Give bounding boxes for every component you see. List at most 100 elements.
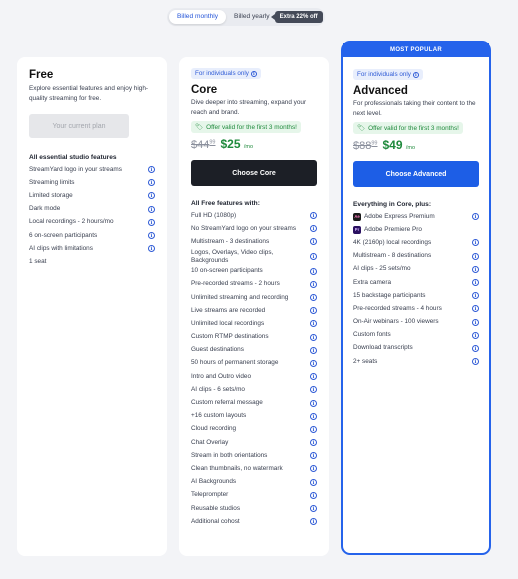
- info-icon[interactable]: i: [310, 439, 317, 447]
- info-icon[interactable]: i: [148, 166, 155, 174]
- adobe-express-icon: Ae: [353, 212, 361, 221]
- feature-label: StreamYard logo in your streams: [29, 165, 122, 173]
- choose-advanced-button[interactable]: Choose Advanced: [353, 161, 479, 187]
- info-icon[interactable]: i: [472, 318, 479, 326]
- info-icon[interactable]: i: [472, 279, 479, 287]
- feature-label: 1 seat: [29, 257, 47, 265]
- feature-item: Multistream - 3 destinations i: [191, 235, 317, 248]
- info-icon[interactable]: i: [472, 239, 479, 247]
- info-icon[interactable]: i: [412, 71, 419, 78]
- info-icon[interactable]: i: [310, 280, 317, 288]
- info-icon[interactable]: i: [310, 307, 317, 315]
- info-icon[interactable]: i: [310, 425, 317, 433]
- tag-label: For individuals only: [195, 70, 249, 77]
- feature-label: Limited storage: [29, 191, 73, 199]
- info-icon[interactable]: i: [310, 294, 317, 302]
- feature-item: Stream in both orientations i: [191, 449, 317, 462]
- info-icon[interactable]: i: [148, 232, 155, 240]
- feature-item: Cloud recording i: [191, 423, 317, 436]
- info-icon[interactable]: i: [472, 265, 479, 273]
- feature-label: Adobe Premiere Pro: [364, 225, 422, 233]
- feature-label: Custom RTMP destinations: [191, 333, 269, 341]
- offer-badge: 🏷︎ Offer valid for the first 3 months!: [191, 121, 301, 133]
- info-icon[interactable]: i: [310, 386, 317, 394]
- info-icon[interactable]: i: [310, 359, 317, 367]
- feature-label: 6 on-screen participants: [29, 231, 98, 239]
- feature-label: Adobe Express Premium: [364, 212, 435, 220]
- info-icon[interactable]: i: [310, 452, 317, 460]
- feature-label: Extra camera: [353, 278, 392, 286]
- info-icon[interactable]: i: [148, 218, 155, 226]
- discounted-price: $25 /mo: [220, 137, 254, 151]
- feature-item: Pre-recorded streams - 2 hours i: [191, 278, 317, 291]
- plan-name: Advanced: [353, 85, 408, 97]
- info-icon[interactable]: i: [148, 245, 155, 253]
- feature-label: AI clips - 25 sets/mo: [353, 265, 411, 273]
- feature-label: Guest destinations: [191, 346, 244, 354]
- info-icon[interactable]: i: [310, 212, 317, 220]
- free-plan-card: Free Explore essential features and enjo…: [17, 57, 167, 556]
- info-icon[interactable]: i: [472, 305, 479, 313]
- choose-core-button[interactable]: Choose Core: [191, 160, 317, 186]
- feature-item: Intro and Outro video i: [191, 370, 317, 383]
- billing-toggle: Billed monthly Billed yearly Extra 22% o…: [167, 8, 325, 26]
- discounted-price: $49 /mo: [382, 138, 416, 152]
- feature-label: Local recordings - 2 hours/mo: [29, 218, 114, 226]
- info-icon[interactable]: i: [472, 292, 479, 300]
- info-icon[interactable]: i: [472, 213, 479, 221]
- feature-item: +16 custom layouts i: [191, 410, 317, 423]
- feature-label: Stream in both orientations: [191, 451, 268, 459]
- feature-label: Dark mode: [29, 205, 61, 213]
- info-icon[interactable]: i: [472, 358, 479, 366]
- info-icon[interactable]: i: [148, 192, 155, 200]
- price-row: $8899 $49 /mo: [353, 138, 479, 152]
- feature-label: Multistream - 8 destinations: [353, 252, 432, 260]
- offer-badge: 🏷︎ Offer valid for the first 3 months!: [353, 122, 463, 134]
- feature-item: Teleprompter i: [191, 489, 317, 502]
- plan-description: Explore essential features and enjoy hig…: [29, 85, 149, 102]
- feature-item: 15 backstage participants i: [353, 289, 479, 302]
- feature-item: Logos, Overlays, Video clips, Background…: [191, 249, 317, 265]
- info-icon[interactable]: i: [310, 412, 317, 420]
- feature-item: Pr Adobe Premiere Pro: [353, 223, 479, 236]
- feature-label: Pre-recorded streams - 2 hours: [191, 280, 280, 288]
- feature-label: Custom referral message: [191, 399, 263, 407]
- feature-item: Unlimited streaming and recording i: [191, 291, 317, 304]
- info-icon[interactable]: i: [310, 267, 317, 275]
- info-icon[interactable]: i: [310, 238, 317, 246]
- feature-label: 10 on-screen participants: [191, 267, 263, 275]
- feature-label: Cloud recording: [191, 425, 237, 433]
- info-icon[interactable]: i: [310, 518, 317, 526]
- info-icon[interactable]: i: [310, 225, 317, 233]
- info-icon[interactable]: i: [310, 399, 317, 407]
- feature-item: Full HD (1080p) i: [191, 209, 317, 222]
- billed-monthly-option[interactable]: Billed monthly: [169, 10, 227, 24]
- info-icon[interactable]: i: [472, 252, 479, 260]
- info-icon[interactable]: i: [310, 373, 317, 381]
- info-icon[interactable]: i: [310, 346, 317, 354]
- plan-name: Core: [191, 84, 218, 96]
- offer-label: Offer valid for the first 3 months!: [206, 123, 297, 131]
- info-icon[interactable]: i: [472, 331, 479, 339]
- info-icon[interactable]: i: [472, 344, 479, 352]
- info-icon[interactable]: i: [310, 253, 317, 261]
- offer-label: Offer valid for the first 3 months!: [368, 124, 459, 132]
- feature-item: Chat Overlay i: [191, 436, 317, 449]
- info-icon[interactable]: i: [250, 70, 257, 77]
- info-icon[interactable]: i: [148, 205, 155, 213]
- info-icon[interactable]: i: [148, 179, 155, 187]
- feature-label: 4K (2160p) local recordings: [353, 238, 432, 246]
- info-icon[interactable]: i: [310, 320, 317, 328]
- info-icon[interactable]: i: [310, 505, 317, 513]
- feature-label: Full HD (1080p): [191, 211, 237, 219]
- feature-label: Multistream - 3 destinations: [191, 237, 270, 245]
- feature-item: AI Backgrounds i: [191, 476, 317, 489]
- info-icon[interactable]: i: [310, 491, 317, 499]
- feature-item: Limited storage i: [29, 189, 155, 202]
- tag-label: For individuals only: [357, 71, 411, 78]
- info-icon[interactable]: i: [310, 478, 317, 486]
- feature-label: Clean thumbnails, no watermark: [191, 464, 283, 472]
- info-icon[interactable]: i: [310, 465, 317, 473]
- feature-item: Custom RTMP destinations i: [191, 331, 317, 344]
- info-icon[interactable]: i: [310, 333, 317, 341]
